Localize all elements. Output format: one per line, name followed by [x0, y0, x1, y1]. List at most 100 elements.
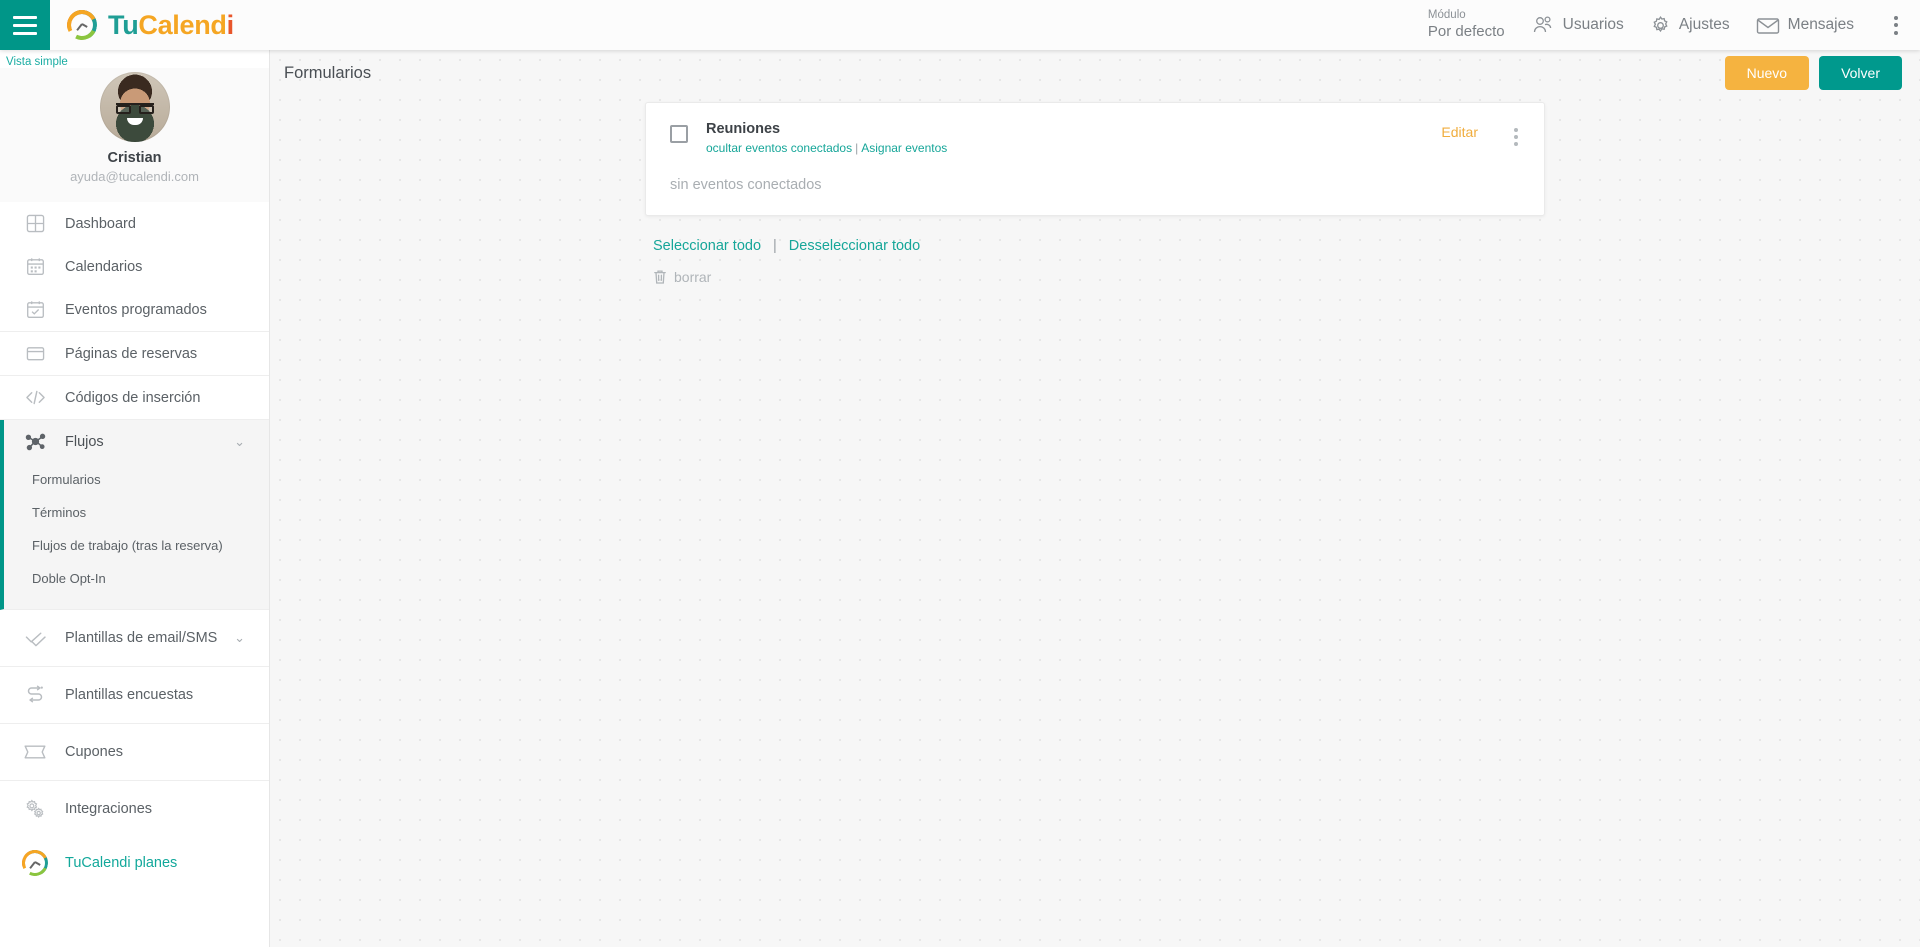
menu-bar-2 — [13, 23, 37, 27]
sidebar-item-label: Integraciones — [65, 801, 153, 817]
brand-text-calend: Calend — [138, 9, 227, 40]
form-card-header: Reuniones ocultar eventos conectados | Asi… — [666, 121, 1524, 155]
chevron-down-icon[interactable]: ⌄ — [234, 434, 245, 450]
top-item-usuarios[interactable]: Usuarios — [1531, 15, 1624, 35]
top-bar: TuCalendi Módulo Por defecto Usuarios Aj… — [0, 0, 1920, 50]
hide-connected-events-link[interactable]: ocultar eventos conectados — [706, 141, 852, 155]
sidebar-item-label: Calendarios — [65, 258, 143, 275]
vista-simple-link[interactable]: Vista simple — [0, 50, 269, 68]
nav-group-plantillas-email: Plantillas de email/SMS ⌄ — [0, 610, 269, 667]
avatar — [99, 72, 170, 142]
code-icon — [21, 388, 49, 407]
sidebar-subitem-flujos-de-trabajo[interactable]: Flujos de trabajo (tras la reserva) — [4, 529, 269, 562]
ticket-icon — [21, 744, 49, 760]
sidebar-item-paginas-de-reservas[interactable]: Páginas de reservas — [0, 332, 269, 375]
sidebar-item-eventos-programados[interactable]: Eventos programados — [0, 288, 269, 331]
vertical-dots-icon[interactable] — [1508, 126, 1524, 148]
menu-bar-1 — [13, 15, 37, 19]
edit-link[interactable]: Editar — [1441, 124, 1478, 140]
top-item-label: Usuarios — [1562, 16, 1624, 33]
gears-icon — [21, 798, 49, 820]
sidebar-subitem-formularios[interactable]: Formularios — [4, 463, 269, 496]
envelope-icon — [1756, 17, 1779, 34]
nav-group-plantillas-encuestas: Plantillas encuestas — [0, 667, 269, 724]
sidebar-nav: Dashboard Calendarios Eventos programado… — [0, 202, 269, 889]
sidebar-item-label: Plantillas encuestas — [65, 687, 194, 703]
nav-group-flujos: Flujos ⌄ Formularios Términos Flujos de … — [0, 420, 269, 610]
assign-events-link[interactable]: Asignar eventos — [861, 141, 947, 155]
module-selector[interactable]: Módulo Por defecto — [1428, 9, 1505, 40]
sidebar-item-label: Páginas de reservas — [65, 345, 198, 362]
form-card: Reuniones ocultar eventos conectados | Asi… — [645, 102, 1545, 216]
page-title: Formularios — [284, 63, 372, 82]
chevron-down-icon[interactable]: ⌄ — [234, 630, 245, 646]
profile-block: Cristian ayuda@tucalendi.com — [0, 68, 269, 202]
nav-group-integraciones: Integraciones TuCalendi planes — [0, 781, 269, 889]
sidebar-item-plantillas-de-email-sms[interactable]: Plantillas de email/SMS ⌄ — [0, 610, 269, 666]
sidebar-item-integraciones[interactable]: Integraciones — [0, 781, 269, 837]
brand-text-tu: Tu — [108, 9, 139, 40]
double-check-icon — [21, 629, 49, 648]
calendar-check-icon — [21, 300, 49, 319]
trash-icon — [654, 270, 666, 284]
top-item-ajustes[interactable]: Ajustes — [1650, 15, 1730, 36]
sidebar-subitem-terminos[interactable]: Términos — [4, 496, 269, 529]
page-actions: Nuevo Volver — [1724, 56, 1902, 90]
profile-email: ayuda@tucalendi.com — [70, 169, 199, 184]
sidebar-item-dashboard[interactable]: Dashboard — [0, 202, 269, 245]
bulk-separator: | — [773, 238, 777, 254]
nav-group-paginas: Páginas de reservas — [0, 332, 269, 376]
profile-name: Cristian — [107, 150, 162, 166]
window-icon — [21, 344, 49, 363]
sidebar-item-label: Flujos — [65, 433, 104, 450]
top-item-mensajes[interactable]: Mensajes — [1756, 16, 1854, 35]
sidebar-item-label: Códigos de inserción — [65, 389, 201, 406]
sidebar-item-codigos-de-insercion[interactable]: Códigos de inserción — [0, 376, 269, 419]
deselect-all-link[interactable]: Desseleccionar todo — [789, 238, 920, 254]
sidebar-subitem-doble-opt-in[interactable]: Doble Opt-In — [4, 562, 269, 595]
brand-text-i: i — [226, 9, 235, 40]
content-wrapper: Reuniones ocultar eventos conectados | Asi… — [270, 96, 1920, 285]
sidebar-item-label: Dashboard — [65, 215, 136, 232]
top-bar-right: Módulo Por defecto Usuarios Ajustes Mens… — [1428, 0, 1920, 50]
form-checkbox[interactable] — [670, 125, 688, 143]
back-button[interactable]: Volver — [1819, 56, 1902, 90]
tucalendi-logo-icon — [17, 845, 53, 881]
vertical-dots-icon[interactable] — [1880, 8, 1912, 43]
brand-logo[interactable]: TuCalendi — [61, 4, 234, 46]
menu-bar-3 — [13, 31, 37, 35]
sidebar-item-plantillas-encuestas[interactable]: Plantillas encuestas — [0, 667, 269, 723]
sidebar-item-label: Cupones — [65, 744, 124, 760]
new-button[interactable]: Nuevo — [1724, 56, 1810, 90]
sidebar-item-calendarios[interactable]: Calendarios — [0, 245, 269, 288]
nav-group-codigos: Códigos de inserción — [0, 376, 269, 420]
nav-group-cupones: Cupones — [0, 724, 269, 781]
grid-icon — [21, 214, 49, 233]
top-item-label: Ajustes — [1678, 16, 1730, 33]
nodes-icon — [21, 431, 49, 452]
sidebar-item-flujos[interactable]: Flujos ⌄ — [4, 420, 269, 463]
nav-group-main: Dashboard Calendarios Eventos programado… — [0, 202, 269, 332]
survey-icon — [21, 685, 49, 705]
flujos-submenu: Formularios Términos Flujos de trabajo (… — [4, 463, 269, 609]
gear-icon — [1653, 15, 1668, 32]
delete-row[interactable]: borrar — [645, 269, 1545, 285]
users-icon — [1533, 16, 1551, 33]
form-title: Reuniones — [706, 121, 781, 137]
brand-text: TuCalendi — [108, 10, 234, 41]
delete-label: borrar — [674, 269, 712, 285]
sidebar-item-label: TuCalendi planes — [65, 855, 178, 871]
sidebar-item-cupones[interactable]: Cupones — [0, 724, 269, 780]
sidebar: Vista simple Cristian ayuda@tucalendi.co… — [0, 50, 270, 947]
calendar-icon — [21, 257, 49, 276]
page-header: Formularios Nuevo Volver — [270, 50, 1920, 96]
link-separator: | — [855, 141, 859, 155]
tucalendi-logo-icon — [61, 4, 103, 46]
sidebar-item-label: Eventos programados — [65, 301, 207, 318]
bulk-select-row: Seleccionar todo | Desseleccionar todo — [645, 238, 1545, 254]
select-all-link[interactable]: Seleccionar todo — [653, 238, 761, 254]
sidebar-item-tucalendi-planes[interactable]: TuCalendi planes — [0, 837, 269, 889]
form-links: ocultar eventos conectados | Asignar event… — [706, 141, 1441, 155]
menu-icon[interactable] — [0, 0, 50, 50]
main-content: Formularios Nuevo Volver Reuniones ocult… — [270, 50, 1920, 947]
